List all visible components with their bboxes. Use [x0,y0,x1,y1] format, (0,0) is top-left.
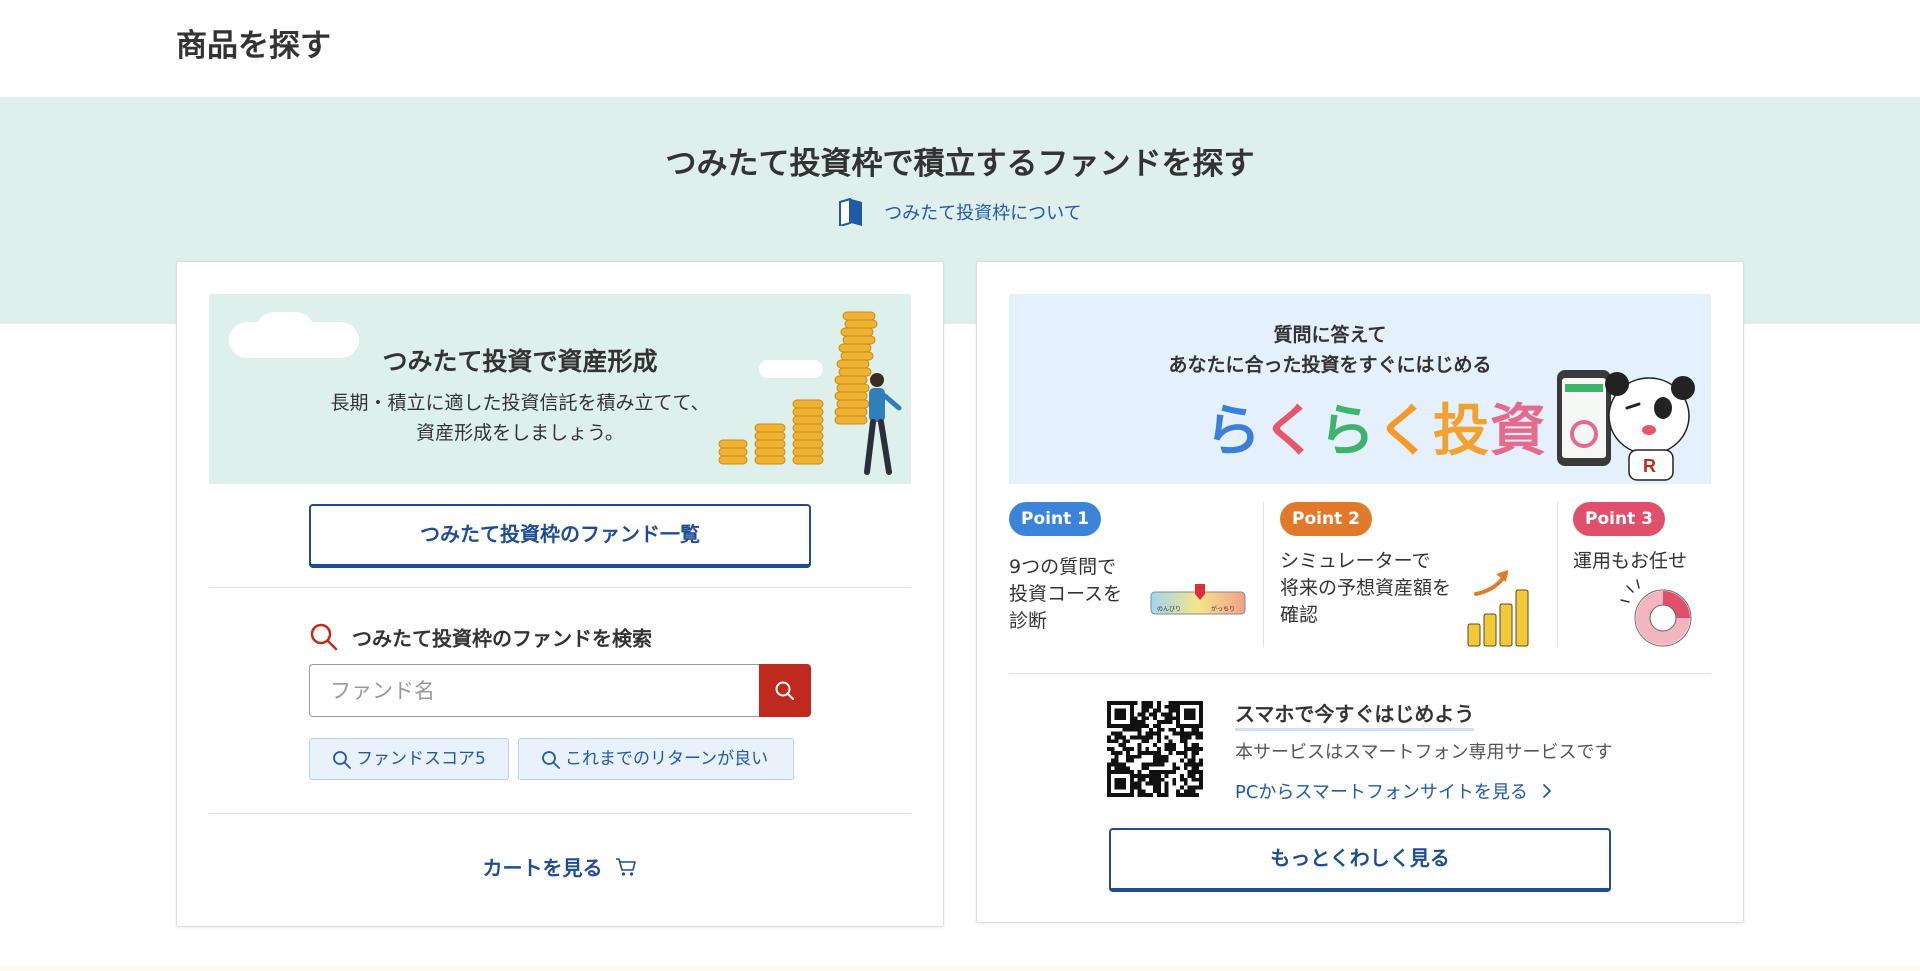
point-text: シミュレーターで 将来の予想資産額を 確認 [1280,548,1451,629]
search-button[interactable] [759,664,811,717]
coin-stacks-illustration [718,311,902,475]
point-3: Point 3 運用もお任せ [1573,502,1713,652]
divider [1009,673,1711,674]
book-icon [839,198,863,226]
point-line: シミュレーターで [1280,550,1431,572]
panda-smartphone-illustration: R [1557,370,1695,481]
logo-char: ら [1205,399,1262,464]
magnifier-icon [310,623,338,651]
chip-label: これまでのリターンが良い [565,749,769,769]
search-icon [333,751,351,769]
hero-title: つみたて投資枠で積立するファンドを探す [665,146,1255,182]
cart-icon [616,857,637,876]
chevron-right-icon [1542,784,1551,798]
divider [1263,502,1264,647]
smartphone-title: スマホで今すぐはじめよう [1235,698,1475,731]
fund-name-search-input[interactable] [309,664,759,717]
logo-char: ら [1319,399,1376,464]
smartphone-site-link[interactable]: PCからスマートフォンサイトを見る [1235,778,1552,804]
chip-good-returns[interactable]: これまでのリターンが良い [518,738,794,780]
about-tsumitate-link[interactable]: つみたて投資枠について [0,198,1920,226]
point-line: 運用もお任せ [1573,550,1688,572]
banner-line: 質問に答えて [1273,324,1387,346]
divider [209,587,911,588]
gauge-left-label: のんびり [1157,605,1181,613]
view-cart-label[interactable]: カートを見る [483,856,603,880]
point-text: 運用もお任せ [1573,548,1687,575]
logo-char: く [1376,399,1433,464]
fund-search-heading: つみたて投資枠のファンドを検索 [309,622,652,652]
growth-chart-icon [1467,570,1529,647]
point-badge: Point 3 [1573,502,1665,536]
point-line: 9つの質問で [1009,556,1117,578]
footer-strip [0,965,1920,971]
point-line: 将来の予想資産額を [1280,577,1452,599]
point-line: 確認 [1280,604,1319,626]
risk-gauge-icon: のんびり がっちり [1150,584,1246,615]
point-2: Point 2 シミュレーターで 将来の予想資産額を 確認 [1280,502,1542,652]
donut-chart-icon [1620,579,1692,647]
rakuraku-investment-card: 質問に答えて あなたに合った投資をすぐにはじめる らくらく投資 R Point … [976,261,1744,923]
search-icon [775,681,794,700]
point-badge: Point 2 [1280,502,1372,536]
divider [1557,502,1558,647]
about-link-label[interactable]: つみたて投資枠について [884,203,1081,224]
rakuten-r-mark: R [1643,456,1656,476]
gauge-right-label: がっちり [1211,605,1235,613]
logo-char: く [1262,399,1319,464]
fund-search-heading-label: つみたて投資枠のファンドを検索 [351,626,652,651]
asset-building-banner: つみたて投資で資産形成 長期・積立に適した投資信託を積み立てて、 資産形成をしま… [209,294,911,484]
view-cart-link[interactable]: カートを見る [177,852,943,881]
divider [209,813,911,814]
smartphone-subtitle: 本サービスはスマートフォン専用サービスです [1235,742,1613,763]
more-details-button[interactable]: もっとくわしく見る [1109,828,1611,892]
qr-code [1107,701,1203,797]
chip-label: ファンドスコア5 [356,749,486,769]
tsumitate-fund-card: つみたて投資で資産形成 長期・積立に適した投資信託を積み立てて、 資産形成をしま… [176,261,944,927]
chip-fund-score-5[interactable]: ファンドスコア5 [309,738,509,780]
rakuraku-logo: らくらく投資 [1205,386,1547,467]
point-line: 診断 [1009,610,1048,632]
logo-char: 投 [1433,399,1490,464]
logo-char: 資 [1490,399,1547,464]
search-icon [542,751,560,769]
point-badge: Point 1 [1009,502,1101,536]
point-text: 9つの質問で 投資コースを 診断 [1009,554,1122,635]
fund-list-button[interactable]: つみたて投資枠のファンド一覧 [309,504,811,568]
rakuraku-banner[interactable]: 質問に答えて あなたに合った投資をすぐにはじめる らくらく投資 R [1009,294,1711,484]
page-title: 商品を探す [176,28,331,64]
point-1: Point 1 9つの質問で 投資コースを 診断 のんびり がっちり [1009,502,1249,652]
smartphone-site-link-label[interactable]: PCからスマートフォンサイトを見る [1235,782,1528,803]
point-line: 投資コースを [1009,583,1123,605]
